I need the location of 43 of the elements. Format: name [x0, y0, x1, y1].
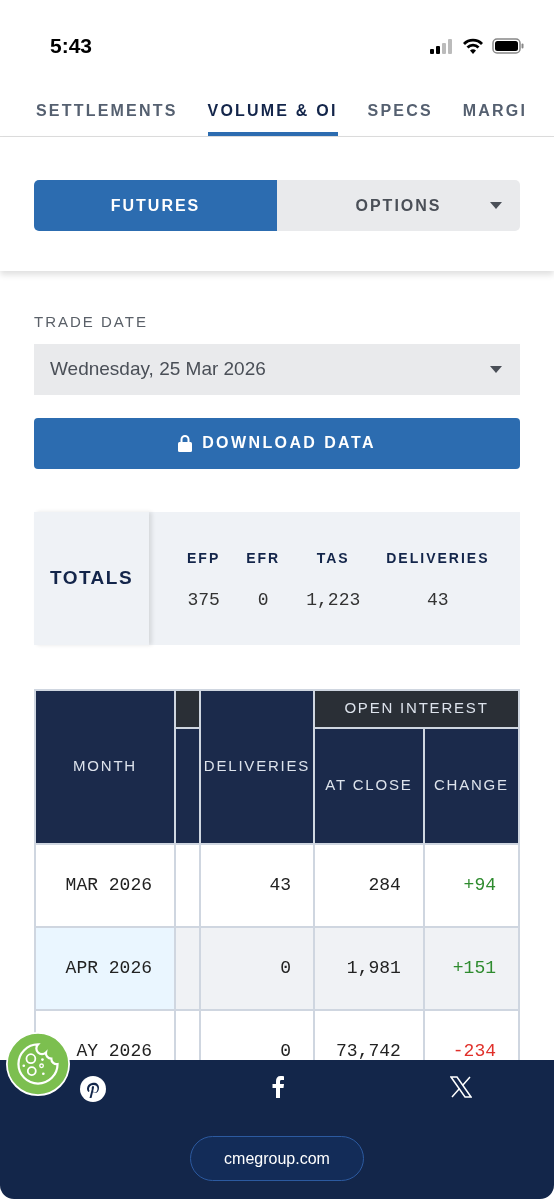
total-value: 375 [187, 588, 221, 612]
table-cell: MAR 2026 [35, 843, 175, 927]
segment-button[interactable]: OPTIONS [277, 180, 520, 231]
table-row[interactable]: APR 2026 0 1,981 +151 [35, 926, 519, 1010]
column-heading: CHANGE [423, 727, 519, 844]
column-group-heading: OPEN INTEREST [314, 689, 519, 728]
tab[interactable]: VOLUME & OI [207, 70, 338, 136]
download-button[interactable]: DOWNLOAD DATA [34, 417, 520, 469]
trade-date-label: TRADE DATE [34, 312, 149, 332]
cookie-icon[interactable] [6, 1032, 70, 1096]
signal-icon [430, 38, 454, 54]
status-time: 5:43 [50, 33, 93, 60]
caret-icon [490, 365, 502, 373]
wifi-icon [462, 38, 484, 54]
tab[interactable]: SPECS [367, 70, 433, 136]
tab[interactable]: SETTLEMENTS [36, 70, 178, 136]
tab[interactable]: MARGI [462, 70, 528, 136]
table-cell: 284 [314, 843, 424, 927]
table-cell: +151 [423, 926, 519, 1010]
facebook-icon[interactable] [271, 1076, 285, 1098]
segment-button[interactable]: FUTURES [34, 180, 277, 231]
totals-title: TOTALS [34, 511, 149, 645]
x-icon[interactable] [450, 1076, 472, 1098]
column-heading: MONTH [35, 689, 175, 844]
column-heading: AT CLOSE [314, 727, 424, 844]
pinterest-icon[interactable] [80, 1076, 106, 1102]
site-link[interactable]: cmegroup.com [190, 1136, 364, 1181]
battery-icon [492, 38, 524, 54]
table-cell: APR 2026 [35, 926, 175, 1010]
column-heading: EFR [246, 548, 281, 568]
table-cell: +94 [423, 843, 519, 927]
trade-date-select[interactable]: Wednesday, 25 Mar 2026 [34, 343, 520, 395]
table-cell: 1,981 [314, 926, 424, 1010]
total-value: 0 [256, 588, 270, 612]
table-cell: 43 [200, 843, 314, 927]
column-heading: EFP [187, 548, 221, 568]
table-row[interactable]: MAR 2026 43 284 +94 [35, 843, 519, 927]
total-value: 43 [426, 588, 450, 612]
column-heading: DELIVERIES [386, 548, 490, 568]
column-heading: DELIVERIES [200, 689, 314, 844]
column-heading: TAS [315, 548, 351, 568]
table-cell: 0 [200, 926, 314, 1010]
total-value: 1,223 [306, 588, 361, 612]
